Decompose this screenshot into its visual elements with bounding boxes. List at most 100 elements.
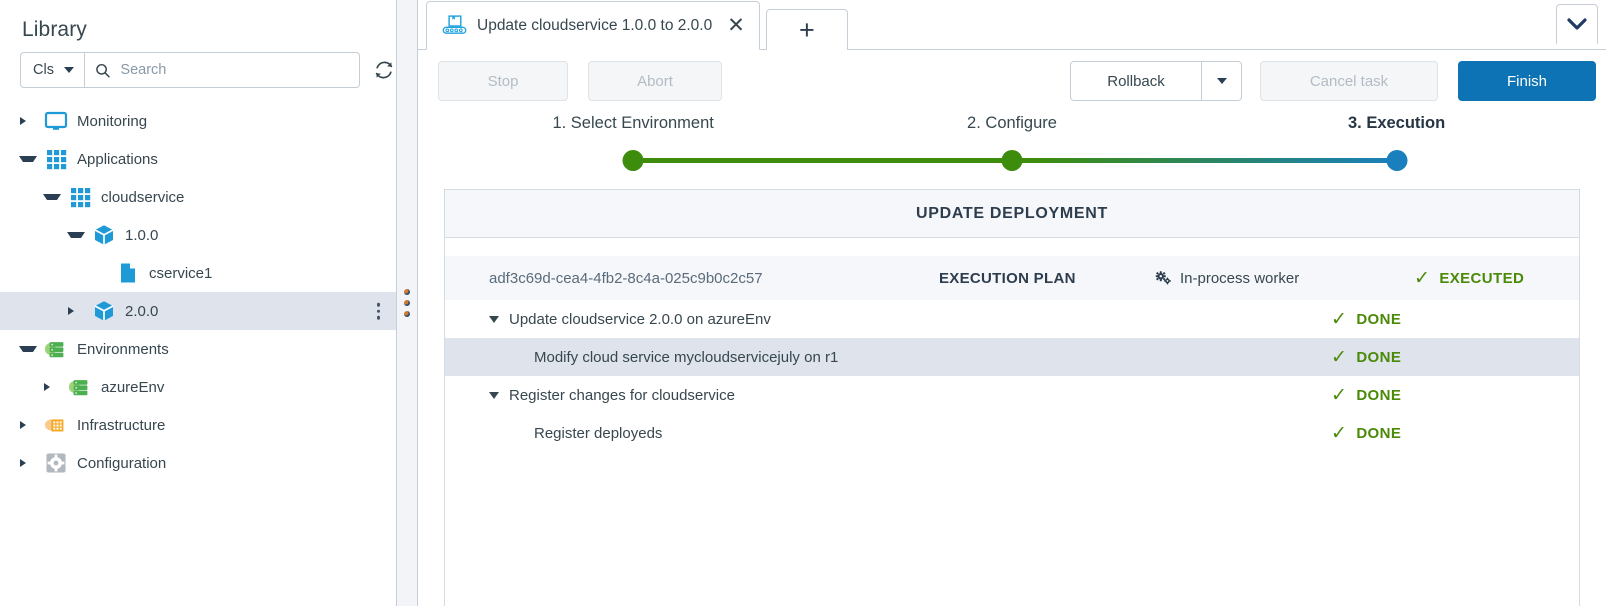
- collapse-toggle-icon[interactable]: [67, 232, 85, 238]
- stepper-label-3[interactable]: 3. Execution: [1348, 114, 1445, 133]
- expand-toggle-icon[interactable]: [68, 307, 86, 315]
- check-icon: ✓: [1331, 346, 1347, 369]
- stepper-dot-3[interactable]: [1386, 150, 1407, 171]
- stepper-label-2[interactable]: 2. Configure: [967, 114, 1057, 133]
- tree-item-environments[interactable]: Environments: [0, 330, 396, 368]
- stepper-dot-1[interactable]: [623, 150, 644, 171]
- tree-item-label: Configuration: [77, 455, 166, 472]
- collapse-toggle-icon[interactable]: [489, 392, 499, 399]
- chevron-down-icon: [1567, 18, 1587, 31]
- worker-label: In-process worker: [1180, 270, 1299, 287]
- tree-item-applications[interactable]: Applications: [0, 140, 396, 178]
- task-row[interactable]: Register deployeds ✓ DONE: [445, 414, 1579, 452]
- page-title: Library: [0, 0, 396, 42]
- check-icon: ✓: [1331, 422, 1347, 445]
- search-input[interactable]: [118, 61, 359, 79]
- package-icon: [92, 299, 116, 323]
- rollback-dropdown-button[interactable]: [1202, 61, 1242, 101]
- status-badge: DONE: [1356, 387, 1401, 404]
- class-filter-label: Cls: [33, 62, 54, 78]
- tree-item-label: cloudservice: [101, 189, 184, 206]
- monitor-icon: [44, 109, 68, 133]
- collapse-toggle-icon[interactable]: [489, 316, 499, 323]
- tree-item-infrastructure[interactable]: Infrastructure: [0, 406, 396, 444]
- task-label: Register changes for cloudservice: [509, 387, 735, 404]
- cancel-task-button[interactable]: Cancel task: [1260, 61, 1438, 101]
- rollback-button[interactable]: Rollback: [1070, 61, 1202, 101]
- tree-item-label: Applications: [77, 151, 158, 168]
- toolbar-right-group: Rollback Cancel task Finish: [1070, 61, 1596, 101]
- execution-plan-row[interactable]: adf3c69d-cea4-4fb2-8c4a-025c9b0c2c57 EXE…: [445, 256, 1579, 300]
- finish-button[interactable]: Finish: [1458, 61, 1596, 101]
- abort-button[interactable]: Abort: [588, 61, 722, 101]
- add-tab-button[interactable]: +: [766, 9, 848, 50]
- collapse-toggle-icon[interactable]: [19, 156, 37, 162]
- check-icon: ✓: [1331, 308, 1347, 331]
- tree-item-monitoring[interactable]: Monitoring: [0, 102, 396, 140]
- card-header: UPDATE DEPLOYMENT: [445, 190, 1579, 238]
- class-filter-select[interactable]: Cls: [21, 53, 85, 87]
- check-icon: ✓: [1414, 267, 1430, 290]
- task-row[interactable]: Modify cloud service mycloudservicejuly …: [445, 338, 1579, 376]
- package-icon: [92, 223, 116, 247]
- task-status: ✓ DONE: [1331, 422, 1401, 445]
- expand-toggle-icon[interactable]: [20, 459, 38, 467]
- task-label: Modify cloud service mycloudservicejuly …: [534, 349, 838, 366]
- package-icon: [92, 223, 116, 247]
- grid-blue-icon: [44, 147, 68, 171]
- gear-grey-icon: [44, 451, 68, 475]
- status-badge: DONE: [1356, 311, 1401, 328]
- tree-item-azureenv[interactable]: azureEnv: [0, 368, 396, 406]
- tab-overflow-button[interactable]: [1556, 4, 1598, 44]
- tree-item-label: azureEnv: [101, 379, 164, 396]
- caret-down-icon: [1217, 78, 1227, 84]
- tree-item-cservice1[interactable]: cservice1: [0, 254, 396, 292]
- tree-item-cloudservice[interactable]: cloudservice: [0, 178, 396, 216]
- close-icon[interactable]: ✕: [727, 15, 745, 36]
- conveyor-box-icon: [441, 14, 468, 38]
- expand-toggle-icon[interactable]: [20, 117, 38, 125]
- tree-item-label: 2.0.0: [125, 303, 158, 320]
- expand-toggle-icon[interactable]: [20, 421, 38, 429]
- execution-plan-name: EXECUTION PLAN: [939, 270, 1154, 287]
- tree-item-menu-button[interactable]: [377, 303, 381, 320]
- tree-item-label: 1.0.0: [125, 227, 158, 244]
- tree-item-1-0-0[interactable]: 1.0.0: [0, 216, 396, 254]
- task-status: ✓DONE: [1331, 346, 1401, 369]
- main-panel: Update cloudservice 1.0.0 to 2.0.0 ✕ + S…: [418, 0, 1606, 606]
- expand-toggle-icon[interactable]: [44, 383, 62, 391]
- cloud-orange-icon: [44, 413, 68, 437]
- task-row[interactable]: Update cloudservice 2.0.0 on azureEnv ✓ DO…: [445, 300, 1579, 338]
- tree-item-label: cservice1: [149, 265, 212, 282]
- task-row[interactable]: Register changes for cloudservice ✓ DONE: [445, 376, 1579, 414]
- panel-splitter[interactable]: [396, 0, 418, 606]
- search-input-wrap: [85, 61, 359, 79]
- update-deployment-card: UPDATE DEPLOYMENT adf3c69d-cea4-4fb2-8c4…: [444, 189, 1580, 606]
- collapse-toggle-icon[interactable]: [43, 194, 61, 200]
- server-green-icon: [68, 375, 92, 399]
- execution-plan-worker: In-process worker: [1154, 270, 1414, 287]
- search-icon: [95, 62, 110, 79]
- task-label: Register deployeds: [534, 425, 662, 442]
- grid-blue-icon: [68, 185, 92, 209]
- status-badge: DONE: [1356, 425, 1401, 442]
- gear-grey-icon: [44, 451, 68, 475]
- tab-update-deployment[interactable]: Update cloudservice 1.0.0 to 2.0.0 ✕: [426, 1, 760, 50]
- tree-item-configuration[interactable]: Configuration: [0, 444, 396, 482]
- check-icon: ✓: [1331, 384, 1347, 407]
- stepper-dot-2[interactable]: [1002, 150, 1023, 171]
- tree-item-2-0-0[interactable]: 2.0.0: [0, 292, 396, 330]
- grid-blue-icon: [44, 147, 68, 171]
- collapse-toggle-icon[interactable]: [19, 346, 37, 352]
- grid-blue-icon: [68, 185, 92, 209]
- server-green-icon: [44, 337, 68, 361]
- server-green-icon: [68, 375, 92, 399]
- stop-button[interactable]: Stop: [438, 61, 568, 101]
- status-badge: EXECUTED: [1439, 270, 1524, 287]
- refresh-button[interactable]: [373, 59, 395, 81]
- execution-plan-id: adf3c69d-cea4-4fb2-8c4a-025c9b0c2c57: [489, 270, 939, 287]
- task-label: Update cloudservice 2.0.0 on azureEnv: [509, 311, 771, 328]
- task-status: ✓ DONE: [1331, 308, 1401, 331]
- stepper-label-1[interactable]: 1. Select Environment: [552, 114, 713, 133]
- package-icon: [92, 299, 116, 323]
